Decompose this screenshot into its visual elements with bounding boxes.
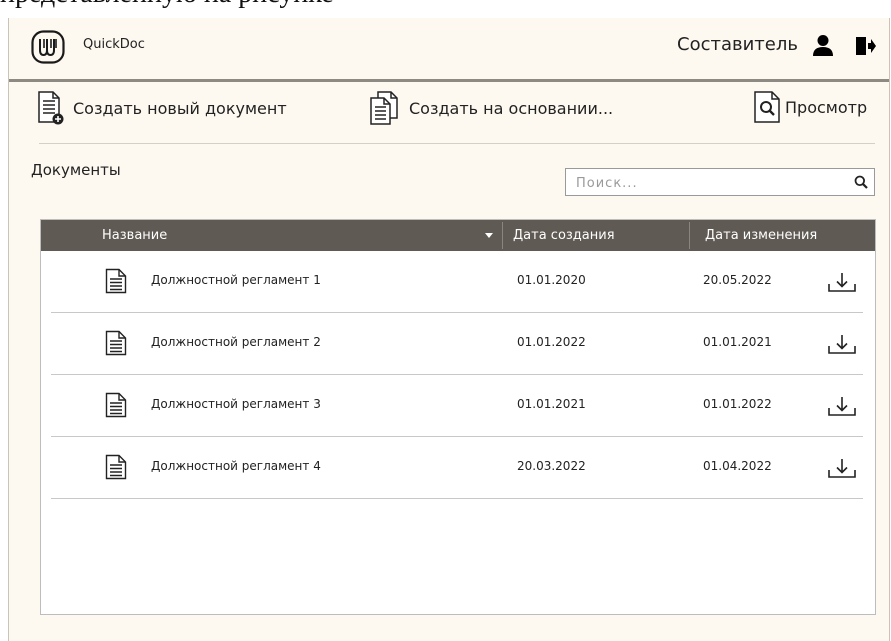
cropped-caption-text: представленную на рисунке: [0, 0, 891, 18]
column-divider: [502, 222, 503, 249]
created-date: 20.03.2022: [517, 459, 586, 473]
logo-icon: [31, 30, 65, 64]
preview-button[interactable]: Просмотр: [753, 90, 867, 124]
table-row[interactable]: Должностной регламент 3 01.01.2021 01.01…: [51, 375, 863, 437]
table-row[interactable]: Должностной регламент 1 01.01.2020 20.05…: [51, 251, 863, 313]
download-icon[interactable]: [827, 333, 857, 355]
document-name[interactable]: Должностной регламент 3: [151, 397, 321, 411]
modified-date: 20.05.2022: [703, 273, 772, 287]
search-icon[interactable]: [854, 175, 868, 189]
created-date: 01.01.2021: [517, 397, 586, 411]
document-icon: [105, 454, 127, 480]
document-name[interactable]: Должностной регламент 4: [151, 459, 321, 473]
preview-label: Просмотр: [785, 97, 868, 117]
table-row[interactable]: Должностной регламент 2 01.01.2022 01.01…: [51, 313, 863, 375]
download-icon[interactable]: [827, 271, 857, 293]
section-title: Документы: [31, 161, 121, 179]
created-date: 01.01.2022: [517, 335, 586, 349]
download-icon[interactable]: [827, 395, 857, 417]
app-name: QuickDoc: [83, 37, 145, 52]
app-header: QuickDoc Составитель: [9, 18, 889, 82]
create-new-document-button[interactable]: Создать новый документ: [37, 90, 287, 126]
copy-document-icon: [370, 91, 398, 125]
document-name[interactable]: Должностной регламент 2: [151, 335, 321, 349]
table-header: Название Дата создания Дата изменения: [41, 220, 875, 251]
toolbar-divider: [39, 143, 875, 144]
modified-date: 01.04.2022: [703, 459, 772, 473]
download-icon[interactable]: [827, 457, 857, 479]
search-field[interactable]: [565, 168, 875, 196]
app-window: QuickDoc Составитель Создать новый докум…: [8, 18, 890, 641]
modified-date: 01.01.2021: [703, 335, 772, 349]
modified-date: 01.01.2022: [703, 397, 772, 411]
document-icon: [105, 330, 127, 356]
preview-icon: [754, 91, 780, 123]
documents-table: Название Дата создания Дата изменения До…: [40, 219, 876, 615]
column-header-created[interactable]: Дата создания: [513, 228, 615, 243]
new-document-icon: [38, 91, 64, 125]
create-based-on-label: Создать на основании...: [409, 98, 614, 118]
create-new-document-label: Создать новый документ: [73, 98, 287, 118]
column-divider: [689, 222, 690, 249]
document-name[interactable]: Должностной регламент 1: [151, 273, 321, 287]
logout-icon[interactable]: [854, 36, 876, 56]
table-row[interactable]: Должностной регламент 4 20.03.2022 01.04…: [51, 437, 863, 499]
column-header-name[interactable]: Название: [102, 228, 167, 243]
create-based-on-button[interactable]: Создать на основании...: [369, 90, 613, 126]
column-header-modified[interactable]: Дата изменения: [705, 228, 817, 243]
toolbar: Создать новый документ Создать на основа…: [9, 82, 889, 144]
document-icon: [105, 268, 127, 294]
document-icon: [105, 392, 127, 418]
user-role-label: Составитель: [677, 34, 798, 55]
user-icon[interactable]: [812, 34, 834, 56]
sort-caret-icon[interactable]: [485, 233, 493, 238]
created-date: 01.01.2020: [517, 273, 586, 287]
search-input[interactable]: [574, 173, 838, 193]
